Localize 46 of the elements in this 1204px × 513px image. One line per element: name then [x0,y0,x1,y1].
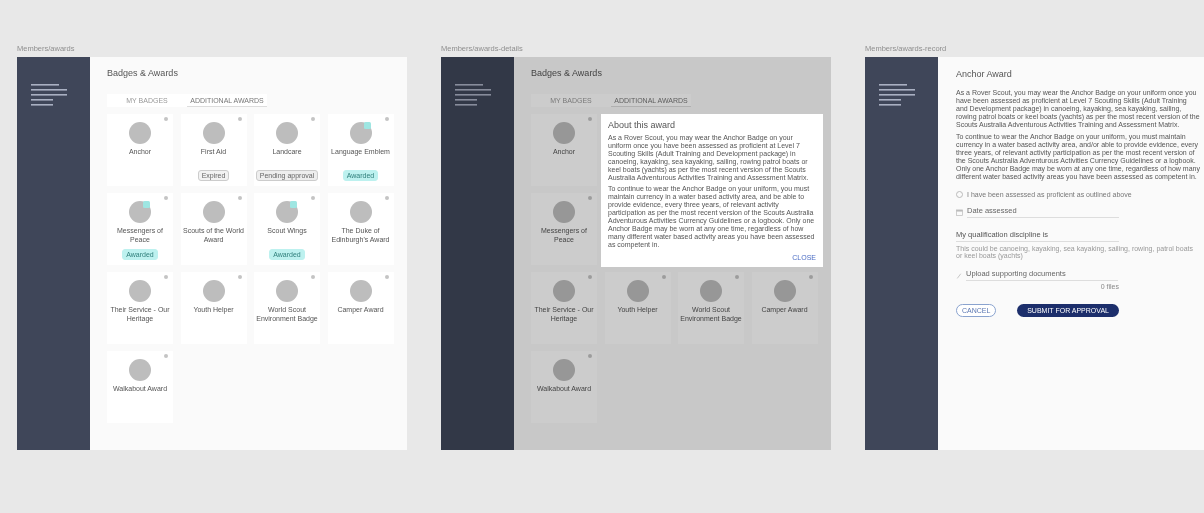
info-icon[interactable] [588,117,592,121]
badge-icon [553,280,575,302]
info-icon[interactable] [237,275,242,279]
info-icon[interactable] [164,275,168,279]
info-icon[interactable] [808,275,813,279]
info-icon[interactable] [237,117,242,121]
info-icon[interactable] [588,354,592,358]
badge-icon [129,201,151,223]
badge-icon [553,359,575,381]
info-icon[interactable] [311,117,315,121]
calendar-icon [956,208,963,216]
paperclip-icon [956,271,962,279]
badge-icon [553,201,575,223]
info-icon[interactable] [311,196,315,200]
info-icon[interactable] [588,275,592,279]
badge-icon [202,201,225,223]
badge-icon [276,201,298,223]
info-icon[interactable] [237,196,242,200]
page-title: Badges & Awards [531,68,603,80]
badge-icon [202,280,225,302]
info-icon[interactable] [384,275,389,279]
info-icon[interactable] [384,196,389,200]
badge-icon [129,280,151,302]
badge-icon [773,280,796,302]
info-icon[interactable] [164,196,168,200]
info-icon[interactable] [384,117,389,121]
badge-icon [349,122,372,144]
info-icon[interactable] [311,275,315,279]
badge-icon [276,280,298,302]
badge-icon [129,122,151,144]
badge-icon [349,201,372,223]
info-icon[interactable] [164,354,168,358]
badge-icon [626,280,649,302]
badge-icon [202,122,225,144]
badge-icon [276,122,298,144]
info-icon[interactable] [164,117,168,121]
dialog-title: About this award [608,120,677,130]
page-title: Anchor Award [956,69,1013,81]
info-icon[interactable] [661,275,666,279]
badge-icon [129,359,151,381]
page-title: Badges & Awards [107,68,179,80]
badge-icon [553,122,575,144]
info-icon[interactable] [588,196,592,200]
info-icon[interactable] [735,275,739,279]
badge-icon [700,280,722,302]
badge-icon [349,280,372,302]
